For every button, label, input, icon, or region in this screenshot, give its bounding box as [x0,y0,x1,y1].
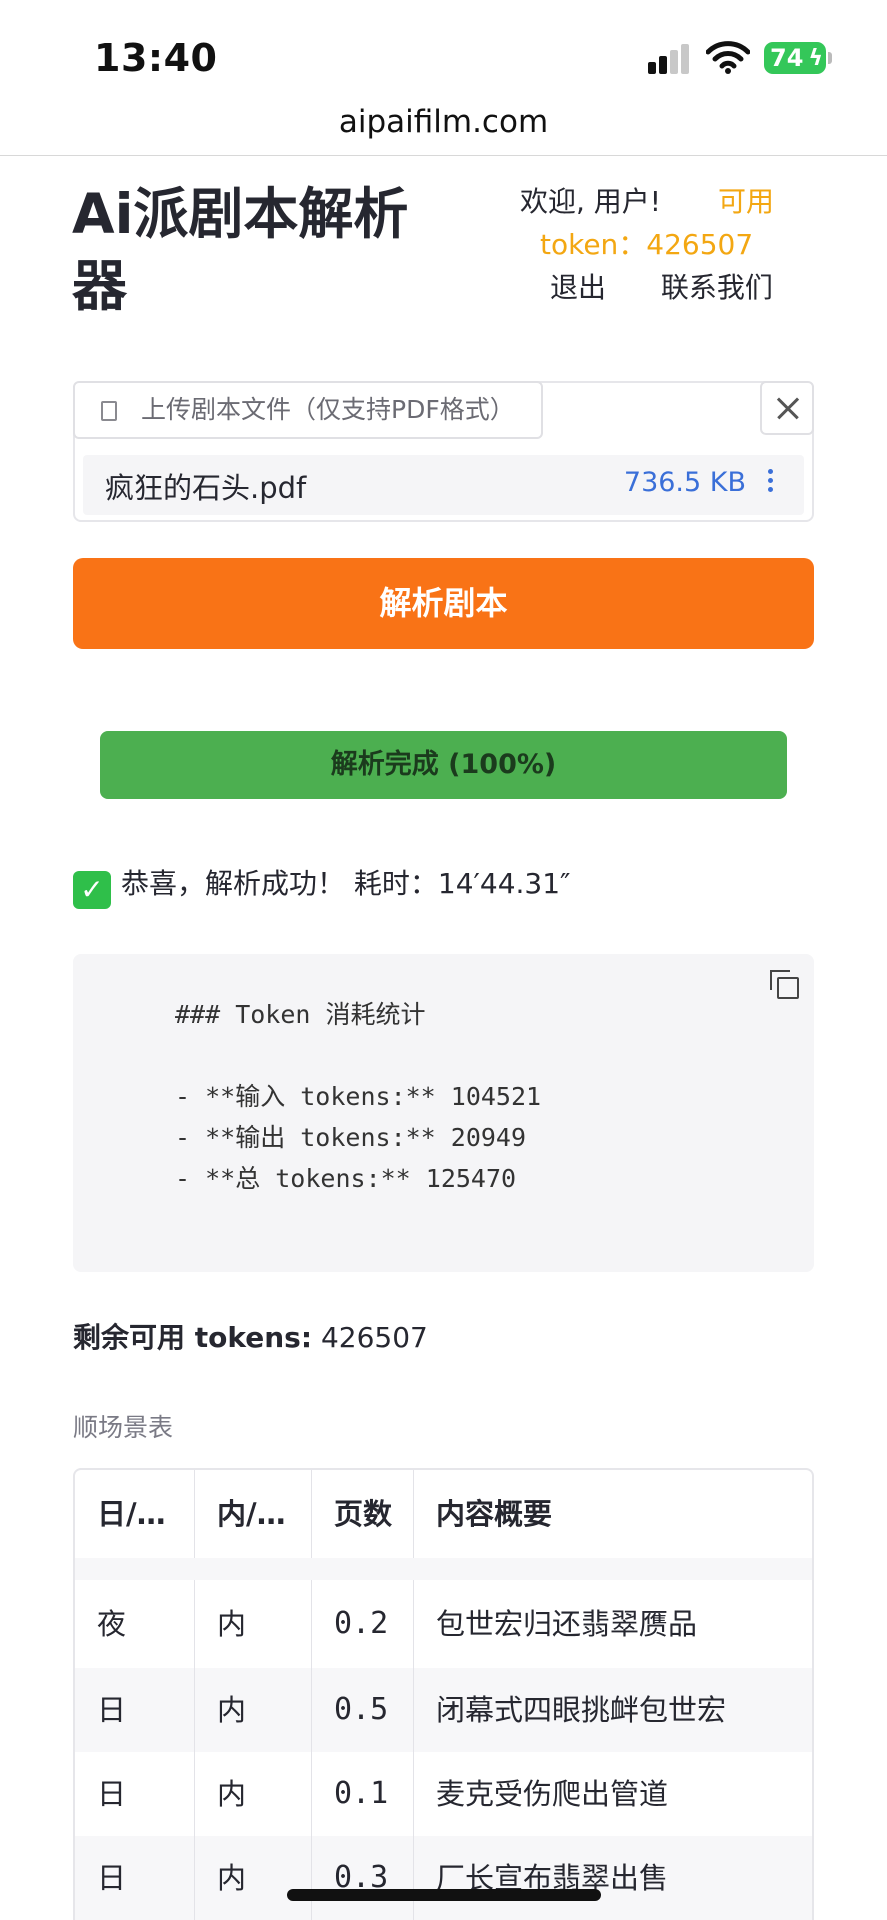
table-cell: 日 [75,1668,195,1752]
success-message: ✓ 恭喜，解析成功！ 耗时：14′44.31″ [73,862,571,909]
table-row: 日 内 0.5 闭幕式四眼挑衅包世宏 [75,1668,812,1752]
table-header-row: 日/… 内/… 页数 内容概要 [75,1470,812,1558]
table-row: 日 内 0.3 厂长宣布翡翠出售 [75,1836,812,1920]
remaining-value: 426507 [320,1321,428,1354]
stats-output: - **输出 tokens:** 20949 [175,1123,527,1152]
success-text: 恭喜，解析成功！ 耗时：14′44.31″ [121,867,571,900]
upload-button-label: 上传剧本文件（仅支持PDF格式） [141,395,515,424]
battery-icon: 74 ϟ [764,42,826,74]
url-text: aipaifilm.com [338,104,549,140]
table-cell: 0.5 [312,1668,414,1752]
table-row: 日 内 0.1 麦克受伤爬出管道 [75,1752,812,1836]
stats-input: - **输入 tokens:** 104521 [175,1082,542,1111]
table-cell: 内 [195,1836,312,1920]
table-cell: 麦克受伤爬出管道 [436,1777,669,1811]
page-title: Ai派剧本解析器 [72,182,409,318]
column-header-pages[interactable]: 页数 [312,1470,414,1558]
table-cell: 包世宏归还翡翠赝品 [436,1607,698,1641]
header-links: 退出 联系我们 [520,266,820,309]
column-header-int-ext[interactable]: 内/… [195,1470,312,1558]
column-header-day-night[interactable]: 日/… [75,1470,195,1558]
column-header-summary[interactable]: 内容概要 [414,1470,812,1558]
status-bar: 13:40 74 ϟ [0,0,887,100]
check-mark-icon: ✓ [73,871,111,909]
battery-cap [828,52,832,64]
table-cell: 0.2 [312,1580,414,1668]
home-indicator[interactable] [287,1889,601,1901]
table-cell: 夜 [75,1580,195,1668]
table-row: 夜 内 0.2 包世宏归还翡翠赝品 [75,1580,812,1668]
table-cell: 厂长宣布翡翠出售 [436,1861,669,1895]
logout-link[interactable]: 退出 [550,271,606,304]
scene-table[interactable]: 日/… 内/… 页数 内容概要 夜 内 0.2 包世宏归还翡翠赝品 日 内 0.… [73,1468,814,1920]
table-cell: 0.3 [312,1836,414,1920]
progress-label: 解析完成 (100%) [330,749,557,780]
close-icon[interactable] [760,381,814,435]
file-name: 疯狂的石头.pdf [105,471,307,505]
token-balance: token：426507 [540,228,754,261]
remaining-label: 剩余可用 tokens: [73,1321,313,1354]
remaining-tokens: 剩余可用 tokens: 426507 [73,1316,428,1356]
charging-bolt-icon: ϟ [808,46,823,71]
table-caption: 顺场景表 [73,1413,174,1442]
browser-url-bar[interactable]: aipaifilm.com [0,100,887,156]
table-spacer [75,1558,812,1580]
table-cell: 内 [195,1580,312,1668]
file-size: 736.5 KB [623,467,746,498]
table-cell: 闭幕式四眼挑衅包世宏 [436,1693,727,1727]
file-uploader: 上传剧本文件（仅支持PDF格式） 疯狂的石头.pdf 736.5 KB [73,381,814,522]
uploaded-file: 疯狂的石头.pdf 736.5 KB [83,455,804,515]
user-info: 欢迎, 用户! 可用 token：426507 退出 联系我们 [520,180,820,309]
stats-total: - **总 tokens:** 125470 [175,1164,517,1193]
upload-button[interactable]: 上传剧本文件（仅支持PDF格式） [73,381,543,439]
more-options-icon[interactable] [768,469,774,499]
token-stats-code-block: ### Token 消耗统计 - **输入 tokens:** 104521 - … [73,954,814,1272]
wifi-icon [706,41,750,74]
battery-level: 74 [770,44,804,72]
table-cell: 0.1 [312,1752,414,1836]
parse-script-button[interactable]: 解析剧本 [73,558,814,649]
table-cell: 日 [75,1836,195,1920]
contact-link[interactable]: 联系我们 [661,271,773,304]
progress-bar: 解析完成 (100%) [100,731,787,799]
available-label: 可用 [717,185,774,218]
table-cell: 内 [195,1668,312,1752]
copy-icon[interactable] [770,970,800,1000]
welcome-text: 欢迎, 用户! [520,185,662,218]
table-cell: 内 [195,1752,312,1836]
document-icon [101,401,117,421]
cellular-signal-icon [648,44,692,74]
status-time: 13:40 [94,36,218,80]
stats-heading: ### Token 消耗统计 [175,1000,426,1029]
table-cell: 日 [75,1752,195,1836]
